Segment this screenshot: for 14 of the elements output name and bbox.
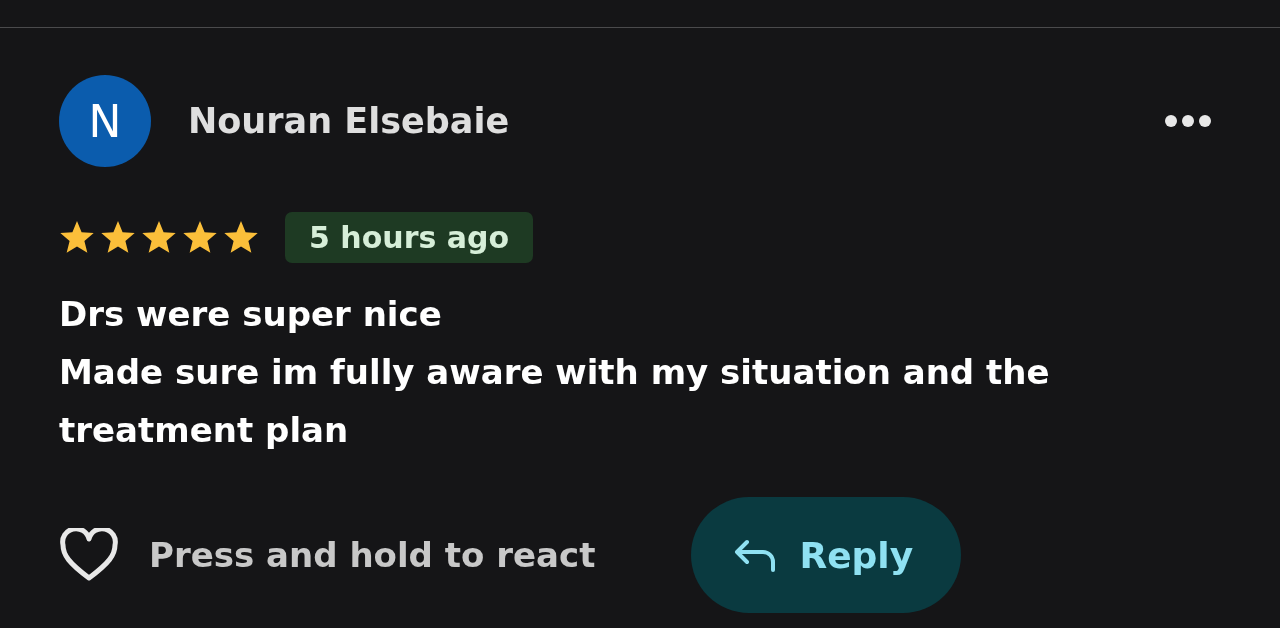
reply-arrow-icon: [733, 538, 778, 572]
avatar: N: [59, 75, 151, 167]
star-icon: [141, 220, 177, 255]
star-icon: [182, 220, 218, 255]
author-name: Nouran Elsebaie: [188, 101, 511, 141]
star-icon: [59, 220, 95, 255]
react-hint: Press and hold to react: [149, 535, 596, 575]
star-icon: [100, 220, 136, 255]
heart-icon[interactable]: [59, 528, 119, 582]
more-options-icon[interactable]: [1164, 114, 1212, 128]
review-text: Drs were super nice Made sure im fully aware with my situation and the treatment plan: [59, 293, 1051, 452]
reply-button[interactable]: Reply: [691, 497, 962, 613]
star-icon: [223, 220, 259, 255]
time-badge: 5 hours ago: [285, 212, 534, 263]
